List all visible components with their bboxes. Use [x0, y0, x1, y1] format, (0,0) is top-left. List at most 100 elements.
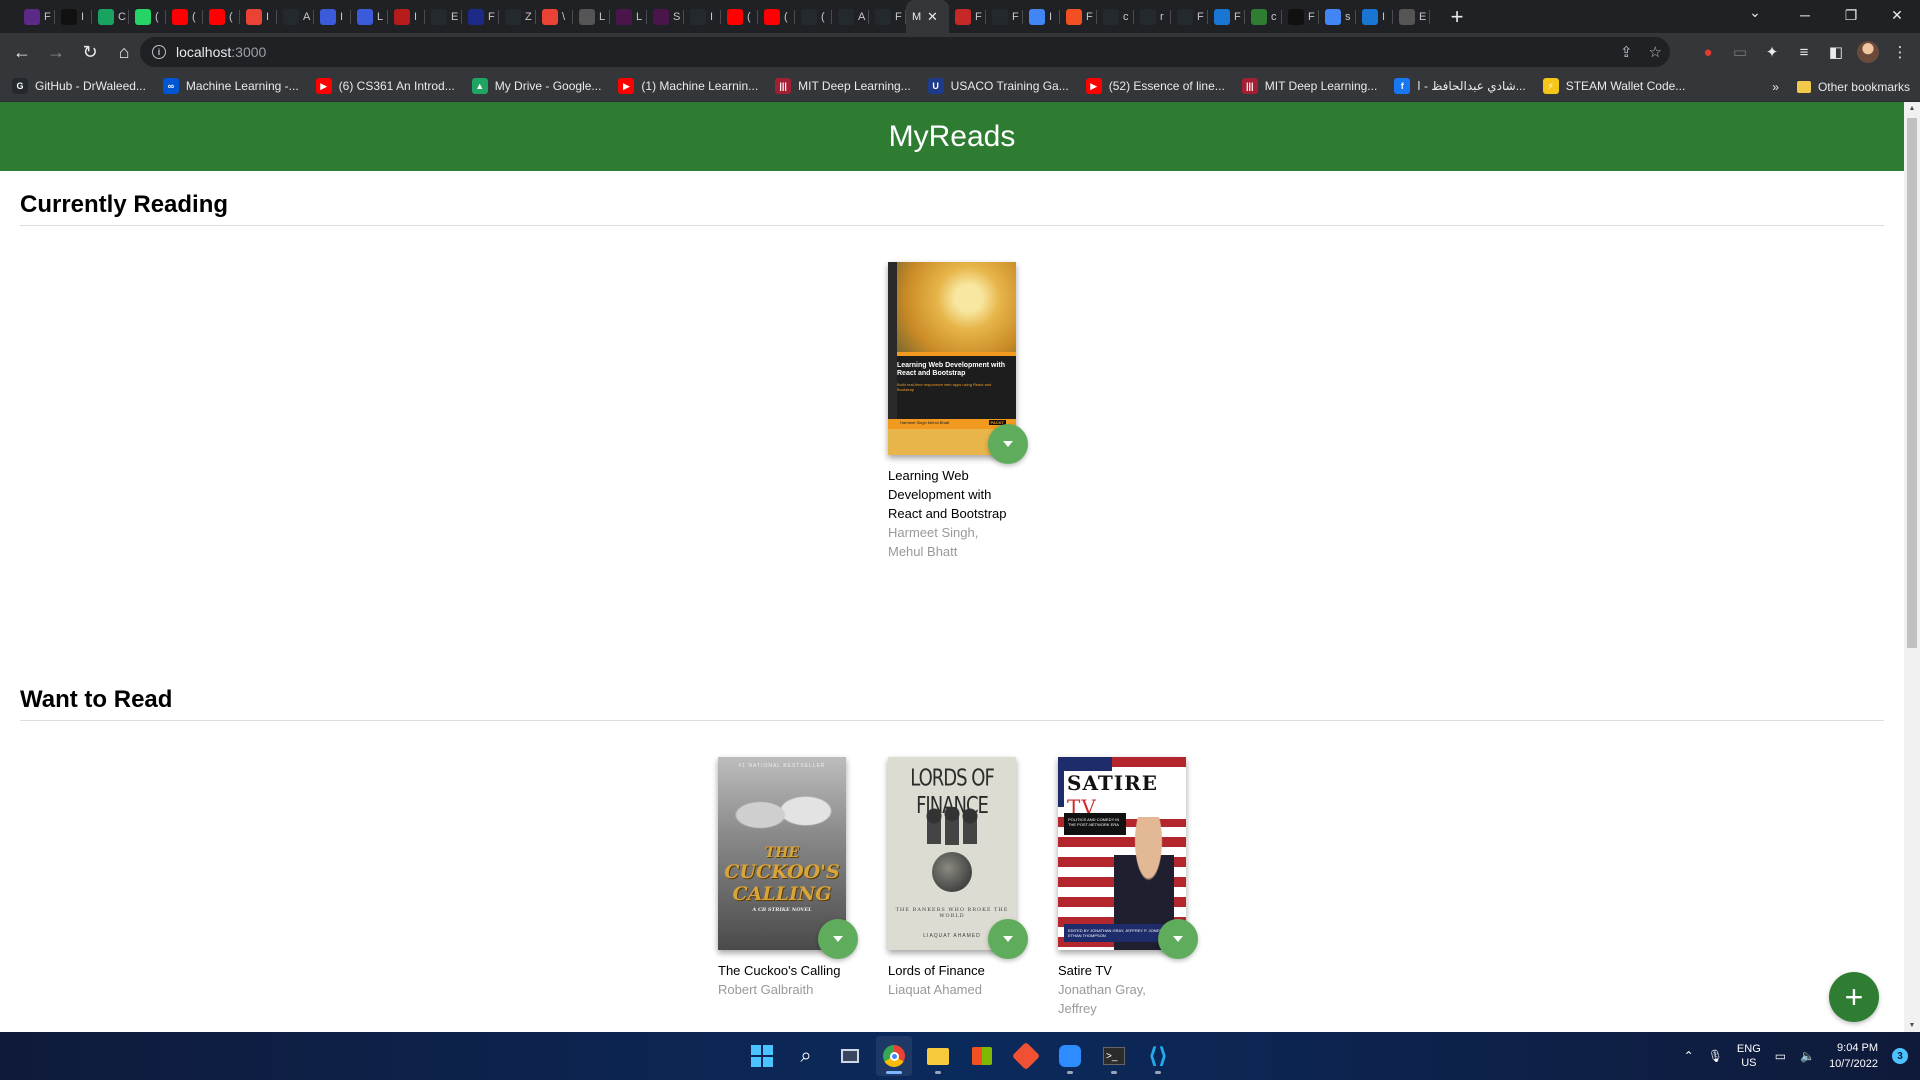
- extension-gray-icon[interactable]: ▭: [1728, 36, 1752, 68]
- tab-2[interactable]: C: [92, 0, 129, 33]
- vscode-icon[interactable]: ⟨⟩: [1140, 1036, 1176, 1076]
- scroll-down-arrow[interactable]: ▼: [1904, 1022, 1920, 1029]
- zoom-icon[interactable]: [1052, 1036, 1088, 1076]
- tab-16[interactable]: L: [610, 0, 647, 33]
- file-explorer-icon[interactable]: [920, 1036, 956, 1076]
- forward-button[interactable]: →: [40, 36, 72, 68]
- tab-7[interactable]: A: [277, 0, 314, 33]
- tab-5[interactable]: (: [203, 0, 240, 33]
- extension-red-icon[interactable]: ●: [1696, 36, 1720, 68]
- chrome-taskbar-icon[interactable]: [876, 1036, 912, 1076]
- site-info-icon[interactable]: i: [152, 45, 166, 59]
- new-tab-button[interactable]: +: [1442, 0, 1472, 33]
- bookmark-item[interactable]: ⚡ STEAM Wallet Code...: [1542, 78, 1685, 94]
- shelf-changer-button[interactable]: [818, 919, 858, 959]
- tab-active-myreads[interactable]: M ✕: [906, 0, 949, 33]
- restore-button[interactable]: ❐: [1828, 0, 1874, 30]
- bookmark-item[interactable]: ▲ My Drive - Google...: [471, 78, 601, 94]
- more-bookmarks-icon[interactable]: »: [1772, 80, 1779, 94]
- bookmark-item[interactable]: G GitHub - DrWaleed...: [12, 78, 146, 94]
- network-icon[interactable]: ▭: [1775, 1049, 1786, 1063]
- tab-4[interactable]: (: [166, 0, 203, 33]
- home-button[interactable]: ⌂: [108, 36, 140, 68]
- scroll-up-arrow[interactable]: ▲: [1904, 105, 1920, 112]
- git-app-icon[interactable]: [1008, 1036, 1044, 1076]
- tab-after-11[interactable]: I: [1356, 0, 1393, 33]
- extensions-puzzle-icon[interactable]: ✦: [1760, 36, 1784, 68]
- close-window-button[interactable]: ✕: [1874, 0, 1920, 30]
- notification-badge[interactable]: 3: [1892, 1048, 1908, 1064]
- bookmark-item[interactable]: f شادي عبدالحافظ - ا...: [1394, 78, 1526, 94]
- tab-14[interactable]: \: [536, 0, 573, 33]
- bookmark-item[interactable]: ||| MIT Deep Learning...: [1241, 78, 1377, 94]
- terminal-icon[interactable]: >_: [1096, 1036, 1132, 1076]
- tab-3[interactable]: (: [129, 0, 166, 33]
- tab-12[interactable]: F: [462, 0, 499, 33]
- tab-13[interactable]: Z: [499, 0, 536, 33]
- tab-9[interactable]: L: [351, 0, 388, 33]
- bookmark-item[interactable]: ||| MIT Deep Learning...: [775, 78, 911, 94]
- start-button[interactable]: [744, 1036, 780, 1076]
- tab-15[interactable]: L: [573, 0, 610, 33]
- url-text[interactable]: localhost:3000: [176, 44, 266, 60]
- add-book-button[interactable]: +: [1829, 972, 1879, 1022]
- tab-0[interactable]: F: [18, 0, 55, 33]
- page-scrollbar[interactable]: ▲ ▼: [1904, 102, 1920, 1032]
- bookmark-item[interactable]: ∞ Machine Learning -...: [162, 78, 299, 94]
- profile-avatar[interactable]: [1856, 36, 1880, 68]
- shelf-changer-button[interactable]: [988, 424, 1028, 464]
- close-tab-icon[interactable]: ✕: [927, 9, 938, 25]
- tab-18[interactable]: I: [684, 0, 721, 33]
- show-hidden-icons[interactable]: ⌃: [1684, 1049, 1694, 1063]
- chrome-menu-icon[interactable]: ⋮: [1888, 36, 1912, 68]
- other-bookmarks[interactable]: Other bookmarks: [1796, 80, 1910, 94]
- tab-20[interactable]: (: [758, 0, 795, 33]
- tab-6[interactable]: I: [240, 0, 277, 33]
- tab-after-10[interactable]: s: [1319, 0, 1356, 33]
- tab-17[interactable]: S: [647, 0, 684, 33]
- microsoft-store-icon[interactable]: [964, 1036, 1000, 1076]
- side-panel-icon[interactable]: ◧: [1824, 36, 1848, 68]
- reload-button[interactable]: ↻: [74, 36, 106, 68]
- microphone-icon[interactable]: 🎙: [1708, 1049, 1723, 1063]
- bookmark-star-icon[interactable]: ☆: [1649, 43, 1662, 61]
- tab-19[interactable]: (: [721, 0, 758, 33]
- tab-after-6[interactable]: F: [1171, 0, 1208, 33]
- tab-after-5[interactable]: r: [1134, 0, 1171, 33]
- clock[interactable]: 9:04 PM 10/7/2022: [1829, 1040, 1878, 1072]
- tab-11[interactable]: E: [425, 0, 462, 33]
- tab-after-8[interactable]: c: [1245, 0, 1282, 33]
- tab-8[interactable]: I: [314, 0, 351, 33]
- search-icon[interactable]: ⌕: [788, 1036, 824, 1076]
- address-bar[interactable]: i localhost:3000 ⇪ ☆: [140, 37, 1670, 67]
- bookmark-item[interactable]: ▶ (1) Machine Learnin...: [618, 78, 758, 94]
- tab-after-4[interactable]: c: [1097, 0, 1134, 33]
- media-control-icon[interactable]: ≡: [1792, 36, 1816, 68]
- task-view-icon[interactable]: [832, 1036, 868, 1076]
- bookmark-item[interactable]: U USACO Training Ga...: [927, 78, 1069, 94]
- tab-21[interactable]: (: [795, 0, 832, 33]
- back-button[interactable]: ←: [6, 36, 38, 68]
- tab-23[interactable]: F: [869, 0, 906, 33]
- tab-22[interactable]: A: [832, 0, 869, 33]
- tab-after-2[interactable]: I: [1023, 0, 1060, 33]
- tab-after-12[interactable]: E: [1393, 0, 1430, 33]
- bookmark-item[interactable]: ▶ (52) Essence of line...: [1085, 78, 1225, 94]
- tab-search-icon[interactable]: ⌄: [1740, 4, 1770, 21]
- share-icon[interactable]: ⇪: [1620, 43, 1633, 61]
- tab-after-7[interactable]: F: [1208, 0, 1245, 33]
- tab-1[interactable]: I: [55, 0, 92, 33]
- tab-after-0[interactable]: F: [949, 0, 986, 33]
- bookmark-item[interactable]: ▶ (6) CS361 An Introd...: [315, 78, 455, 94]
- tab-after-1[interactable]: F: [986, 0, 1023, 33]
- minimize-button[interactable]: ─: [1782, 0, 1828, 30]
- shelf-changer-button[interactable]: [1158, 919, 1198, 959]
- volume-icon[interactable]: 🔈: [1800, 1049, 1815, 1063]
- language-indicator[interactable]: ENG US: [1737, 1042, 1761, 1070]
- scrollbar-thumb[interactable]: [1907, 118, 1917, 648]
- shelf-changer-button[interactable]: [988, 919, 1028, 959]
- tab-after-3[interactable]: F: [1060, 0, 1097, 33]
- tab-10[interactable]: I: [388, 0, 425, 33]
- tab-after-9[interactable]: F: [1282, 0, 1319, 33]
- tab-title: I: [1049, 10, 1053, 23]
